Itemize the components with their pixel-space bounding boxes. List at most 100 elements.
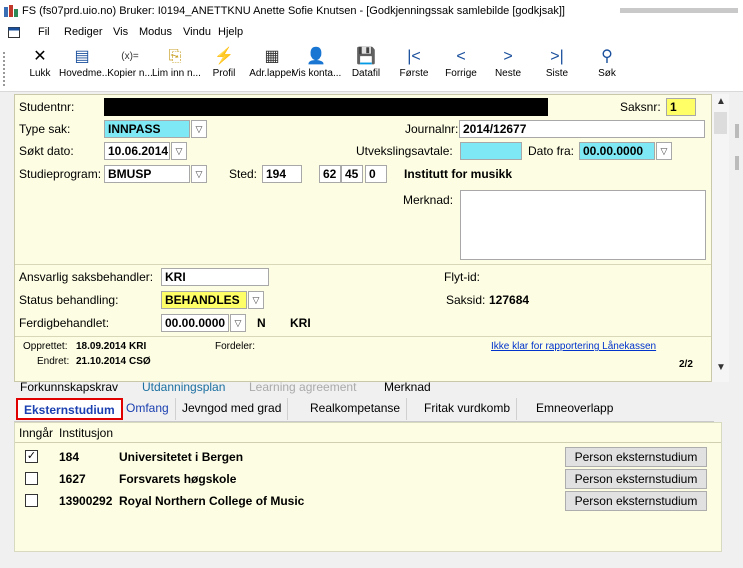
- saksid-value: 127684: [489, 293, 530, 307]
- status-dropdown-icon[interactable]: ▽: [248, 291, 264, 309]
- table-header: Inngår Institusjon: [15, 423, 721, 443]
- tab-emneoverlapp[interactable]: Emneoverlapp: [530, 398, 619, 420]
- institution-code: 184: [59, 450, 80, 464]
- type-sak-dropdown-icon[interactable]: ▽: [191, 120, 207, 138]
- studentnr-field-redacted[interactable]: [104, 98, 548, 116]
- table-row: 1627 Forsvarets høgskole Person eksternstu…: [15, 468, 721, 490]
- page-counter: 2/2: [679, 359, 693, 370]
- utveksling-label: Utvekslingsavtale:: [356, 144, 453, 158]
- disk-icon: 💾: [356, 48, 376, 65]
- institution-name: Universitetet i Bergen: [119, 450, 244, 464]
- form-scrollbar[interactable]: ▲ ▼: [712, 94, 729, 382]
- sted-field-1[interactable]: 194: [262, 165, 302, 183]
- toolbar-button-1[interactable]: ▤ Hovedme...: [59, 46, 111, 90]
- menu-modus[interactable]: Modus: [139, 26, 172, 38]
- menu-rediger[interactable]: Rediger: [64, 26, 103, 38]
- right-marker-1: [735, 124, 739, 138]
- menu-vis[interactable]: Vis: [113, 26, 128, 38]
- toolbar-label: Kopier n...: [107, 68, 153, 79]
- studieprogram-field[interactable]: BMUSP: [104, 165, 190, 183]
- toolbar-label: Neste: [494, 68, 522, 79]
- scroll-down-icon[interactable]: ▼: [716, 362, 726, 373]
- toolbar-button-10[interactable]: > Neste: [488, 46, 528, 90]
- sokt-dato-dropdown-icon[interactable]: ▽: [171, 142, 187, 160]
- journalnr-label: Journalnr:: [405, 122, 459, 136]
- menu-fil[interactable]: Fil: [38, 26, 50, 38]
- tab-merknad[interactable]: Merknad: [384, 380, 431, 394]
- endret-user: CSØ: [129, 356, 151, 367]
- dato-fra-field[interactable]: 00.00.0000: [579, 142, 655, 160]
- menu-hjelp[interactable]: Hjelp: [218, 26, 243, 38]
- toolbar-label: Siste: [545, 68, 569, 79]
- ingar-checkbox[interactable]: ✓: [25, 450, 38, 463]
- merknad-textarea[interactable]: [460, 190, 706, 260]
- toolbar-label: Søk: [598, 68, 616, 79]
- toolbar-button-11[interactable]: >| Siste: [537, 46, 577, 90]
- toolbar-button-9[interactable]: < Forrige: [441, 46, 481, 90]
- sokt-dato-field[interactable]: 10.06.2014: [104, 142, 170, 160]
- ferdig-dropdown-icon[interactable]: ▽: [230, 314, 246, 332]
- lanekassen-link[interactable]: Ikke klar for rapportering Lånekassen: [491, 341, 656, 352]
- tab-fritak[interactable]: Fritak vurdkomb: [418, 398, 518, 420]
- mdi-window-icon[interactable]: [8, 27, 20, 38]
- col-institusjon: Institusjon: [59, 426, 114, 440]
- toolbar-button-5[interactable]: ▦ Adr.lapper: [249, 46, 295, 90]
- endret-date: 21.10.2014: [76, 356, 127, 367]
- toolbar-label: Datafil: [351, 68, 381, 79]
- tab-omfang[interactable]: Omfang: [120, 398, 176, 420]
- tab-eksternstudium[interactable]: Eksternstudium: [16, 398, 123, 420]
- toolbar-button-7[interactable]: 💾 Datafil: [346, 46, 386, 90]
- flyt-id-label: Flyt-id:: [444, 270, 480, 284]
- form-divider: [15, 264, 711, 265]
- person-eksternstudium-button[interactable]: Person eksternstudium: [565, 469, 707, 489]
- opprettet-label: Opprettet:: [23, 341, 68, 352]
- tab-utdanningsplan[interactable]: Utdanningsplan: [142, 380, 225, 394]
- toolbar-button-3[interactable]: ⎘ Lim inn n...: [152, 46, 201, 90]
- right-marker-2: [735, 156, 739, 170]
- window-icon: ▤: [74, 48, 90, 65]
- sted-field-3[interactable]: 45: [341, 165, 363, 183]
- person-eksternstudium-button[interactable]: Person eksternstudium: [565, 491, 707, 511]
- toolbar-button-6[interactable]: 👤 Vis konta...: [292, 46, 341, 90]
- scroll-thumb[interactable]: [714, 112, 727, 134]
- studieprogram-dropdown-icon[interactable]: ▽: [191, 165, 207, 183]
- toolbar-button-12[interactable]: ⚲ Søk: [590, 46, 624, 90]
- toolbar-button-8[interactable]: |< Første: [394, 46, 434, 90]
- first-icon: |<: [407, 48, 421, 65]
- sted-field-2[interactable]: 62: [319, 165, 341, 183]
- toolbar-label: Hovedme...: [59, 68, 111, 79]
- sokt-dato-label: Søkt dato:: [19, 144, 74, 158]
- app-logo-icon: [4, 5, 18, 17]
- saksnr-field[interactable]: 1: [666, 98, 696, 116]
- studieprogram-label: Studieprogram:: [19, 167, 102, 181]
- sted-field-4[interactable]: 0: [365, 165, 387, 183]
- journalnr-field[interactable]: 2014/12677: [459, 120, 705, 138]
- type-sak-field[interactable]: INNPASS: [104, 120, 190, 138]
- dato-fra-dropdown-icon[interactable]: ▽: [656, 142, 672, 160]
- toolbar-button-2[interactable]: (x)= Kopier n...: [107, 46, 153, 90]
- ansvarlig-field[interactable]: KRI: [161, 268, 269, 286]
- toolbar-label: Adr.lapper: [249, 68, 295, 79]
- ferdig-flag: N: [257, 316, 266, 330]
- toolbar-button-0[interactable]: ✕ Lukk: [25, 46, 55, 90]
- tab-learning-agreement[interactable]: Learning agreement: [249, 380, 356, 394]
- person-eksternstudium-button[interactable]: Person eksternstudium: [565, 447, 707, 467]
- tab-forkunnskapskrav[interactable]: Forkunnskapskrav: [20, 380, 118, 394]
- menu-vindu[interactable]: Vindu: [183, 26, 211, 38]
- tab-realkompetanse[interactable]: Realkompetanse: [304, 398, 408, 420]
- ferdig-label: Ferdigbehandlet:: [19, 316, 110, 330]
- paste-icon: ⎘: [168, 48, 182, 65]
- status-field[interactable]: BEHANDLES: [161, 291, 247, 309]
- ingar-checkbox[interactable]: [25, 472, 38, 485]
- window-title: FS (fs07prd.uio.no) Bruker: I0194_ANETTK…: [22, 5, 565, 17]
- status-label: Status behandling:: [19, 293, 119, 307]
- toolbar-grip[interactable]: [3, 52, 5, 86]
- toolbar-button-4[interactable]: ⚡ Profil: [207, 46, 241, 90]
- utveksling-field[interactable]: [460, 142, 522, 160]
- scroll-up-icon[interactable]: ▲: [716, 96, 726, 107]
- ingar-checkbox[interactable]: [25, 494, 38, 507]
- tab-jevngod[interactable]: Jevngod med grad: [176, 398, 289, 420]
- institution-code: 1627: [59, 472, 86, 486]
- menu-bar: Fil Rediger Vis Modus Vindu Hjelp: [0, 22, 743, 44]
- ferdig-field[interactable]: 00.00.0000: [161, 314, 229, 332]
